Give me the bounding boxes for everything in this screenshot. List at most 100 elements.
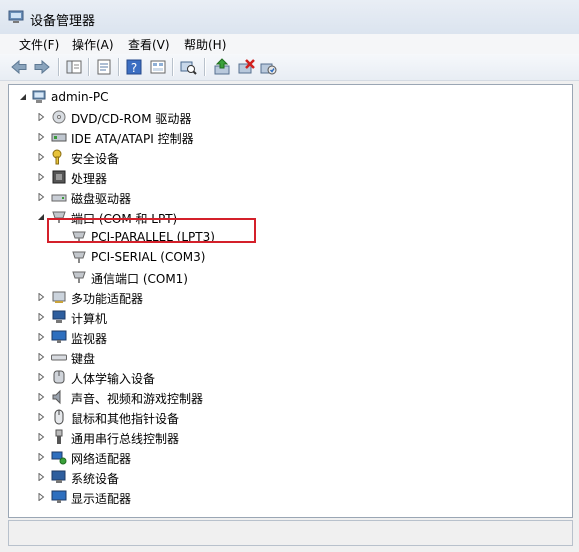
expand-toggle-icon[interactable] (37, 193, 45, 201)
dvd-drive-icon (52, 110, 66, 124)
expand-toggle-icon[interactable] (37, 353, 45, 361)
tree-item-label: 处理器 (71, 172, 108, 186)
port-icon (72, 271, 86, 283)
expand-toggle-icon[interactable] (37, 133, 45, 141)
expand-toggle-icon[interactable] (37, 393, 45, 401)
expand-toggle-icon[interactable] (37, 313, 45, 321)
toolbar-separator (118, 58, 120, 76)
mouse-icon (54, 409, 64, 425)
tree-root-label: admin-PC (51, 90, 109, 104)
tree-item-processor[interactable]: 处理器 (37, 167, 557, 187)
adapter-card-icon (52, 291, 66, 303)
expand-toggle-icon[interactable] (37, 473, 45, 481)
highlight-box (47, 218, 256, 243)
toolbar-separator (204, 58, 206, 76)
tree-item-label: 显示适配器 (71, 492, 132, 506)
system-device-icon (51, 470, 66, 483)
tree-root[interactable]: admin-PC (19, 87, 559, 107)
device-tree[interactable]: admin-PC DVD/CD-ROM 驱动器 IDE ATA/ATAPI 控制… (8, 84, 573, 518)
properties-icon[interactable] (94, 57, 114, 77)
tree-item-mouse[interactable]: 鼠标和其他指针设备 (37, 407, 557, 427)
computer-icon (32, 90, 46, 103)
collapse-toggle-icon[interactable] (37, 213, 45, 221)
computer-icon (52, 310, 66, 323)
tree-item-label: 系统设备 (71, 472, 120, 486)
expand-toggle-icon[interactable] (37, 413, 45, 421)
tree-item-com1[interactable]: 通信端口 (COM1) (57, 267, 557, 287)
tree-item-multifunction[interactable]: 多功能适配器 (37, 287, 557, 307)
tree-item-pci-serial[interactable]: PCI-SERIAL (COM3) (57, 247, 557, 267)
usb-icon (55, 429, 63, 444)
menu-file[interactable]: 文件(F) (16, 36, 62, 53)
tree-item-display[interactable]: 显示适配器 (37, 487, 557, 507)
menu-action[interactable]: 操作(A) (69, 36, 117, 53)
tree-item-system[interactable]: 系统设备 (37, 467, 557, 487)
expand-toggle-icon[interactable] (37, 113, 45, 121)
title-bar: 设备管理器 (0, 0, 579, 35)
tree-item-label: 网络适配器 (71, 452, 132, 466)
tree-item-label: 多功能适配器 (71, 292, 144, 306)
monitor-icon (51, 330, 67, 343)
help-icon[interactable]: ? (124, 57, 144, 77)
toolbar: ? (0, 54, 579, 81)
view-icon[interactable] (148, 57, 168, 77)
tree-item-usb[interactable]: 通用串行总线控制器 (37, 427, 557, 447)
tree-item-ide[interactable]: IDE ATA/ATAPI 控制器 (37, 127, 557, 147)
tree-item-label: 磁盘驱动器 (71, 192, 132, 206)
display-adapter-icon (51, 490, 67, 503)
tree-item-label: PCI-SERIAL (COM3) (91, 250, 206, 264)
expand-toggle-icon[interactable] (37, 433, 45, 441)
expand-toggle-icon[interactable] (37, 293, 45, 301)
tree-item-label: 监视器 (71, 332, 108, 346)
show-hide-tree-icon[interactable] (64, 57, 84, 77)
back-arrow-icon[interactable] (9, 57, 29, 77)
menu-help[interactable]: 帮助(H) (181, 36, 229, 53)
disk-drive-icon (51, 194, 67, 202)
svg-text:?: ? (131, 61, 137, 75)
tree-item-keyboard[interactable]: 键盘 (37, 347, 557, 367)
expand-toggle-icon[interactable] (37, 173, 45, 181)
keyboard-icon (51, 354, 67, 361)
scan-hardware-icon[interactable] (178, 57, 198, 77)
hid-device-icon (53, 370, 65, 384)
menu-view[interactable]: 查看(V) (125, 36, 173, 53)
expand-toggle-icon[interactable] (37, 493, 45, 501)
tree-item-hid[interactable]: 人体学输入设备 (37, 367, 557, 387)
expand-toggle-icon[interactable] (37, 453, 45, 461)
toolbar-separator (58, 58, 60, 76)
tree-item-label: 计算机 (71, 312, 108, 326)
tree-item-label: DVD/CD-ROM 驱动器 (71, 112, 192, 126)
disable-device-icon[interactable] (236, 57, 256, 77)
processor-icon (52, 170, 66, 184)
tree-item-label: 声音、视频和游戏控制器 (71, 392, 204, 406)
expand-toggle-icon[interactable] (37, 333, 45, 341)
tree-item-dvd[interactable]: DVD/CD-ROM 驱动器 (37, 107, 557, 127)
tree-item-sound[interactable]: 声音、视频和游戏控制器 (37, 387, 557, 407)
tree-item-label: 通用串行总线控制器 (71, 432, 180, 446)
port-icon (72, 251, 86, 263)
tree-item-computer[interactable]: 计算机 (37, 307, 557, 327)
tree-item-label: 人体学输入设备 (71, 372, 156, 386)
key-icon (52, 149, 62, 165)
expand-toggle-icon[interactable] (37, 153, 45, 161)
update-driver-icon[interactable] (212, 57, 232, 77)
tree-item-label: IDE ATA/ATAPI 控制器 (71, 132, 194, 146)
speaker-icon (52, 389, 61, 405)
device-manager-icon (8, 10, 24, 23)
window-title: 设备管理器 (30, 14, 96, 29)
status-bar (8, 520, 573, 546)
collapse-toggle-icon[interactable] (19, 93, 27, 101)
forward-arrow-icon[interactable] (32, 57, 52, 77)
ide-controller-icon (51, 133, 67, 142)
menu-bar: 文件(F) 操作(A) 查看(V) 帮助(H) (0, 34, 579, 54)
tree-item-network[interactable]: 网络适配器 (37, 447, 557, 467)
network-adapter-icon (51, 451, 67, 465)
toolbar-separator (172, 58, 174, 76)
uninstall-device-icon[interactable] (258, 57, 278, 77)
tree-item-disk[interactable]: 磁盘驱动器 (37, 187, 557, 207)
tree-item-monitor[interactable]: 监视器 (37, 327, 557, 347)
expand-toggle-icon[interactable] (37, 373, 45, 381)
tree-item-security[interactable]: 安全设备 (37, 147, 557, 167)
tree-item-label: 安全设备 (71, 152, 120, 166)
tree-item-label: 键盘 (71, 352, 96, 366)
